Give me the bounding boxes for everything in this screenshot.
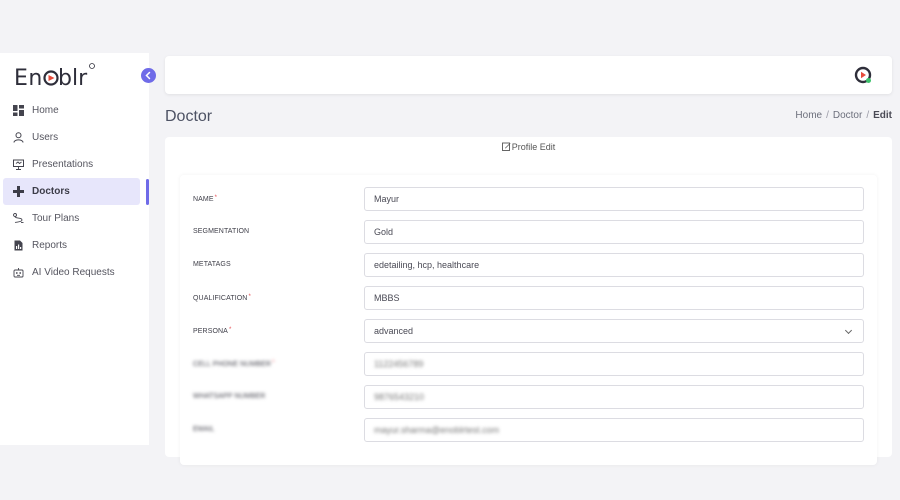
form-row-name: NAME* Mayur: [180, 187, 877, 211]
sidebar-item-presentations[interactable]: Presentations: [0, 151, 149, 178]
metatags-input[interactable]: edetailing, hcp, healthcare: [364, 253, 864, 277]
form-row-whatsapp: WHATSAPP NUMBER 9876543210: [180, 385, 877, 409]
qualification-input[interactable]: MBBS: [364, 286, 864, 310]
form-row-qualification: QUALIFICATION* MBBS: [180, 286, 877, 310]
cell-phone-input[interactable]: 1122456789: [364, 352, 864, 376]
form-row-segmentation: SEGMENTATION Gold: [180, 220, 877, 244]
card-title: Profile Edit: [165, 142, 892, 152]
name-input[interactable]: Mayur: [364, 187, 864, 211]
segmentation-input[interactable]: Gold: [364, 220, 864, 244]
profile-form: NAME* Mayur SEGMENTATION Gold METATAGS e…: [180, 175, 877, 465]
card-title-text: Profile Edit: [511, 142, 556, 152]
form-row-metatags: METATAGS edetailing, hcp, healthcare: [180, 253, 877, 277]
edit-icon: [501, 142, 511, 151]
breadcrumb-separator: /: [866, 110, 870, 121]
breadcrumb: Home / Doctor / Edit: [795, 110, 892, 121]
user-icon: [12, 132, 24, 144]
field-label: NAME*: [193, 195, 218, 203]
sidebar-item-label: Doctors: [32, 186, 70, 197]
form-row-email: EMAIL mayur.sharma@enoblrtest.com: [180, 418, 877, 442]
sidebar-item-label: Tour Plans: [32, 213, 80, 224]
top-bar: [165, 56, 892, 94]
collapse-sidebar-button[interactable]: [141, 68, 156, 83]
whatsapp-input[interactable]: 9876543210: [364, 385, 864, 409]
persona-select[interactable]: advanced: [364, 319, 864, 343]
route-icon: [12, 213, 24, 225]
sidebar: En blr Home Users Presentations Doctors …: [0, 53, 149, 445]
sidebar-nav: Home Users Presentations Doctors Tour Pl…: [0, 97, 149, 286]
sidebar-item-label: AI Video Requests: [32, 267, 115, 278]
field-label: CELL PHONE NUMBER*: [193, 360, 275, 368]
sidebar-item-reports[interactable]: Reports: [0, 232, 149, 259]
plus-icon: [12, 186, 24, 198]
field-label: METATAGS: [193, 261, 231, 268]
breadcrumb-section[interactable]: Doctor: [833, 110, 862, 121]
active-indicator: [146, 179, 149, 205]
breadcrumb-current: Edit: [873, 110, 892, 121]
presentation-icon: [12, 159, 24, 171]
enoblr-logo[interactable]: En blr: [14, 61, 104, 97]
app-logo-icon[interactable]: [854, 66, 872, 84]
field-label: SEGMENTATION: [193, 228, 250, 235]
sidebar-item-users[interactable]: Users: [0, 124, 149, 151]
profile-edit-card: Profile Edit NAME* Mayur SEGMENTATION Go…: [165, 137, 892, 465]
report-icon: [12, 240, 24, 252]
sidebar-item-tour-plans[interactable]: Tour Plans: [0, 205, 149, 232]
dashboard-icon: [12, 105, 24, 117]
chevron-left-icon: [145, 71, 151, 80]
form-row-persona: PERSONA* advanced: [180, 319, 877, 343]
sidebar-item-home[interactable]: Home: [0, 97, 149, 124]
sidebar-item-ai-video-requests[interactable]: AI Video Requests: [0, 259, 149, 286]
field-label: EMAIL: [193, 426, 215, 433]
sidebar-item-label: Presentations: [32, 159, 94, 170]
robot-icon: [12, 267, 24, 279]
form-row-cell-phone: CELL PHONE NUMBER* 1122456789: [180, 352, 877, 376]
field-label: QUALIFICATION*: [193, 294, 251, 302]
breadcrumb-separator: /: [826, 110, 829, 121]
sidebar-item-label: Users: [32, 132, 59, 143]
page-title: Doctor: [165, 108, 213, 125]
breadcrumb-home[interactable]: Home: [795, 110, 822, 121]
svg-text:En: En: [14, 66, 43, 91]
sidebar-item-doctors[interactable]: Doctors: [3, 178, 140, 205]
email-input[interactable]: mayur.sharma@enoblrtest.com: [364, 418, 864, 442]
svg-text:blr: blr: [58, 66, 88, 91]
field-label: WHATSAPP NUMBER: [193, 393, 266, 400]
field-label: PERSONA*: [193, 327, 232, 335]
sidebar-item-label: Home: [32, 105, 59, 116]
sidebar-item-label: Reports: [32, 240, 68, 251]
